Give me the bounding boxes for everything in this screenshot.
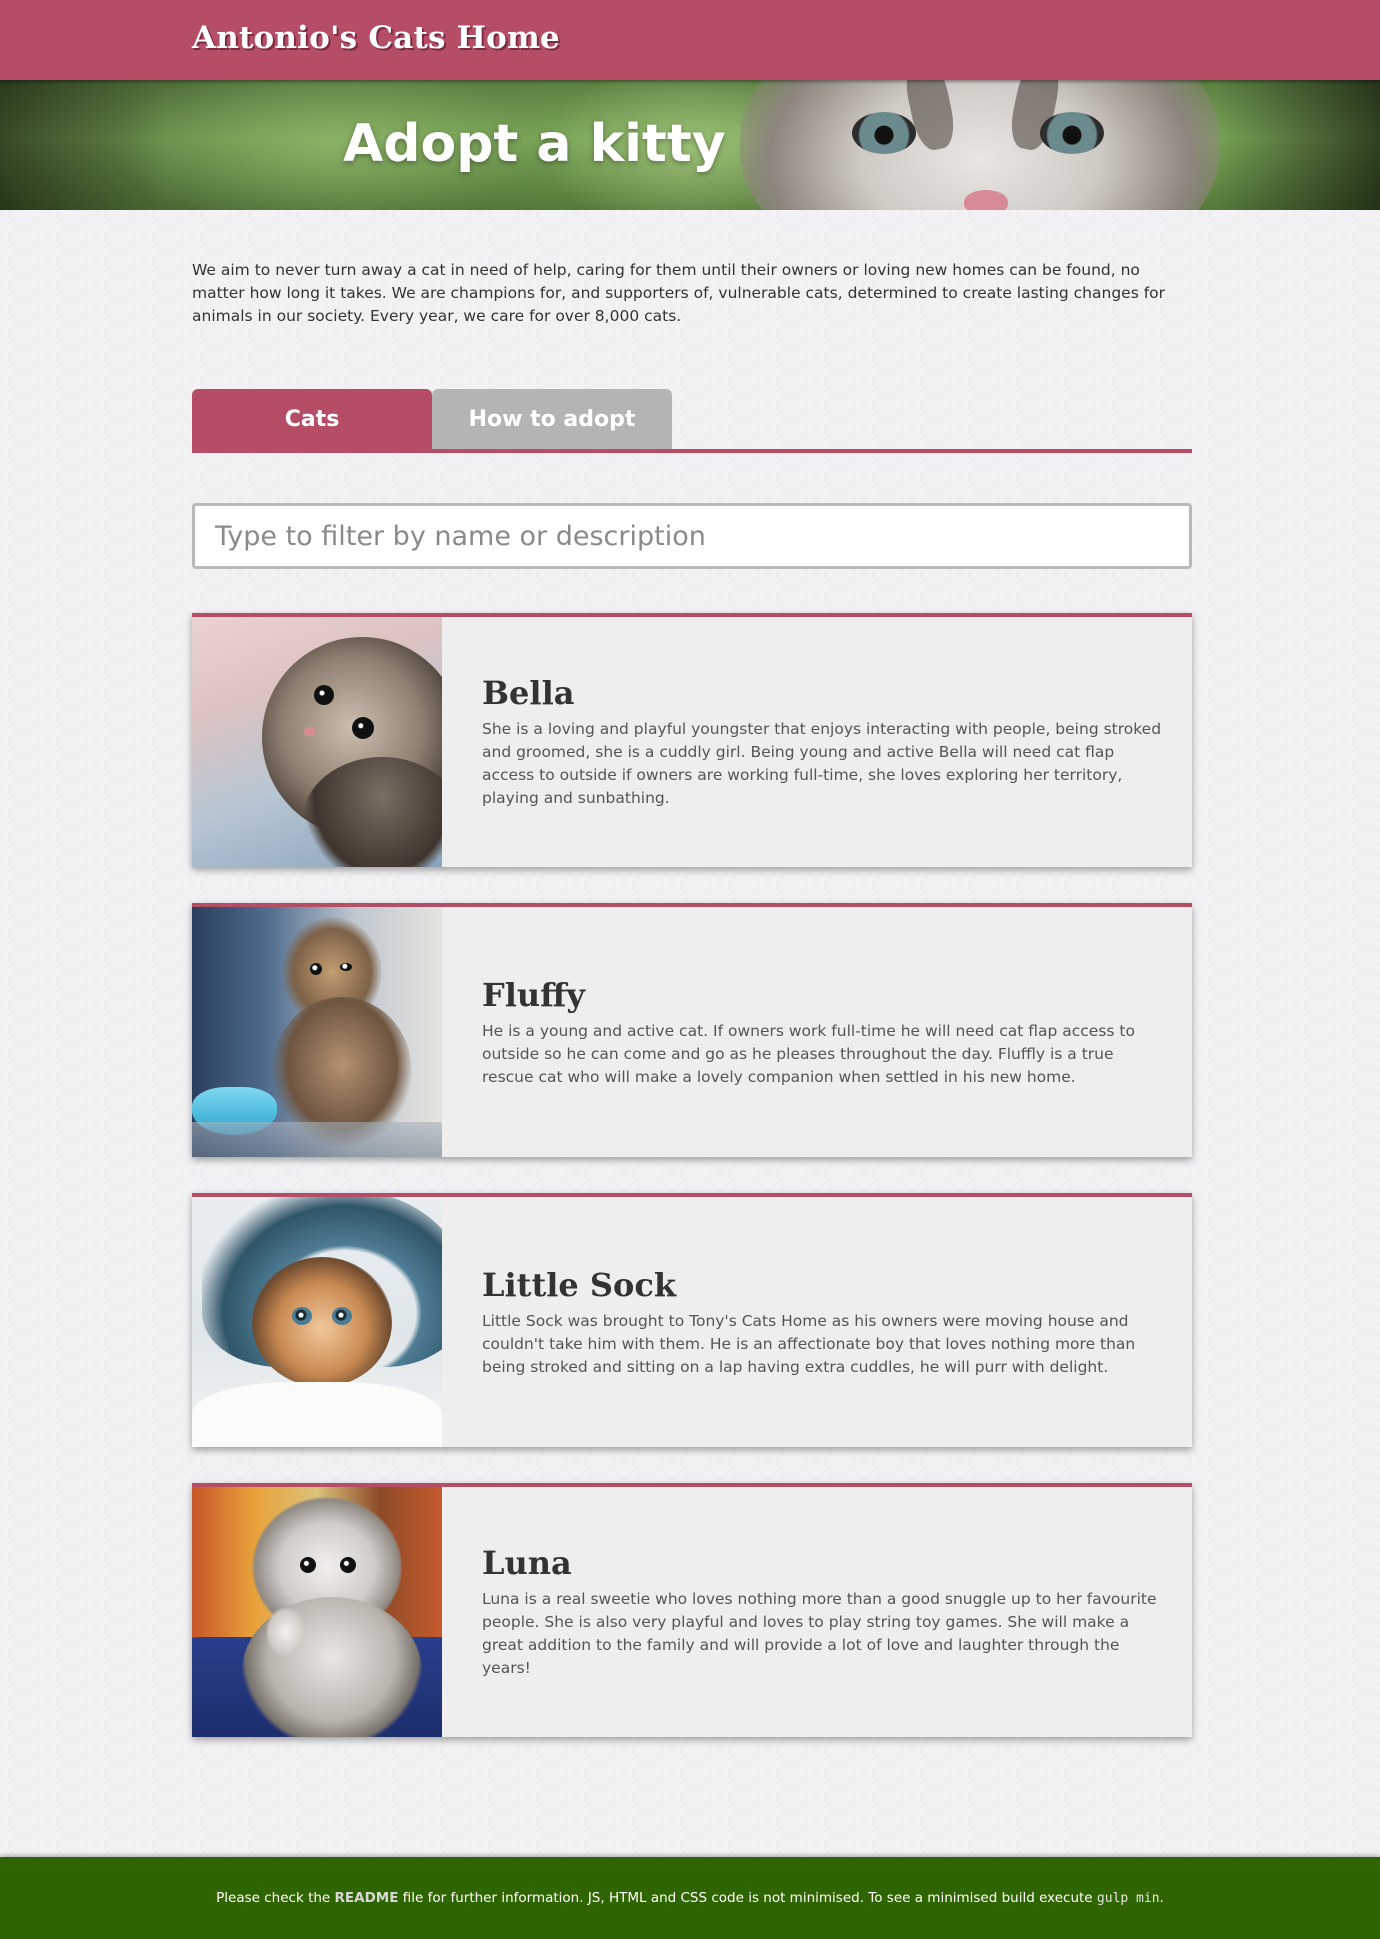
cat-description: She is a loving and playful youngster th… <box>482 720 1162 807</box>
hero-banner: Adopt a kitty <box>0 80 1380 210</box>
filter-search-input[interactable] <box>195 506 1189 566</box>
footer-command: gulp min <box>1096 1890 1160 1906</box>
cat-photo-little-sock <box>192 1197 442 1447</box>
site-title[interactable]: Antonio's Cats Home <box>192 20 560 56</box>
top-header: Antonio's Cats Home <box>0 0 1380 80</box>
tab-how-to-adopt[interactable]: How to adopt <box>432 389 672 450</box>
cat-photo-bella <box>192 617 442 867</box>
page-footer: Please check the README file for further… <box>0 1857 1380 1939</box>
cat-card-bella[interactable]: Bella She is a loving and playful youngs… <box>192 613 1192 867</box>
readme-link[interactable]: README <box>335 1890 399 1906</box>
footer-text-mid: file for further information. JS, HTML a… <box>402 1890 1093 1906</box>
intro-paragraph: We aim to never turn away a cat in need … <box>192 261 1166 325</box>
cat-description: Little Sock was brought to Tony's Cats H… <box>482 1311 1136 1376</box>
cat-info-bella: Bella She is a loving and playful youngs… <box>482 617 1162 867</box>
cat-card-little-sock[interactable]: Little Sock Little Sock was brought to T… <box>192 1193 1192 1447</box>
cat-description: He is a young and active cat. If owners … <box>482 1021 1135 1086</box>
footer-text-post: . <box>1159 1890 1164 1906</box>
filter-search-box <box>192 503 1192 569</box>
tab-underline <box>192 449 1192 453</box>
cat-card-luna[interactable]: Luna Luna is a real sweetie who loves no… <box>192 1483 1192 1737</box>
hero-kitten-image <box>740 80 1220 210</box>
cat-name: Little Sock <box>482 1265 676 1304</box>
cat-name: Luna <box>482 1544 572 1582</box>
cat-info-little-sock: Little Sock Little Sock was brought to T… <box>482 1197 1162 1447</box>
cat-name: Fluffy <box>482 975 585 1014</box>
cat-card-fluffy[interactable]: Fluffy He is a young and active cat. If … <box>192 903 1192 1157</box>
cat-photo-fluffy <box>192 907 442 1157</box>
cat-info-luna: Luna Luna is a real sweetie who loves no… <box>482 1487 1162 1737</box>
cat-photo-luna <box>192 1487 442 1737</box>
tab-cats[interactable]: Cats <box>192 389 432 450</box>
cat-info-fluffy: Fluffy He is a young and active cat. If … <box>482 907 1162 1157</box>
footer-text-pre: Please check the <box>216 1890 331 1906</box>
hero-title: Adopt a kitty <box>343 114 726 174</box>
cat-description: Luna is a real sweetie who loves nothing… <box>482 1590 1157 1677</box>
cat-name: Bella <box>482 674 575 712</box>
